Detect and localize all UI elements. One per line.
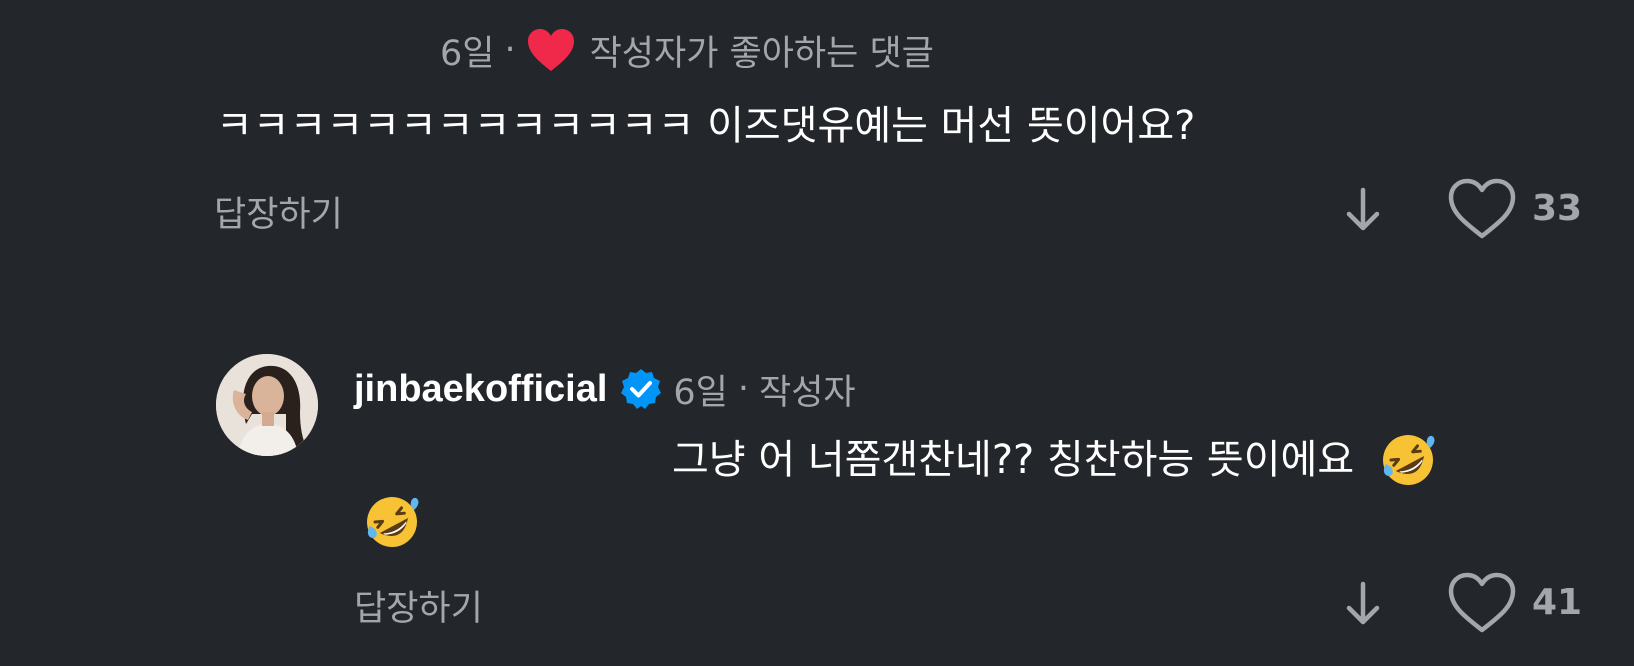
verified-badge-icon — [619, 367, 663, 411]
heart-outline-icon[interactable] — [1446, 176, 1518, 242]
comment-2-text-line: 그냥 어 너쫌갠찬네?? 칭찬하능 뜻이에요 — [672, 430, 1438, 490]
meta-separator: · — [737, 369, 750, 409]
comment-time: 6일 — [673, 372, 728, 413]
like-count: 41 — [1532, 582, 1583, 623]
comment-2-meta: jinbaekofficial 6일 · 작성자 — [354, 362, 856, 416]
meta-separator: · — [504, 30, 516, 70]
reply-button[interactable]: 답장하기 — [354, 580, 483, 631]
heart-outline-icon[interactable] — [1446, 570, 1518, 636]
comment-2-text: 그냥 어 너쫌갠찬네?? 칭찬하능 뜻이에요 — [672, 437, 1355, 483]
down-arrow-icon[interactable] — [1338, 574, 1388, 634]
username[interactable]: jinbaekofficial — [354, 368, 607, 411]
liked-by-author-label: 작성자가 좋아하는 댓글 — [589, 33, 934, 74]
rolling-on-floor-laughing-emoji — [1378, 430, 1438, 490]
comment-1-text: ㅋㅋㅋㅋㅋㅋㅋㅋㅋㅋㅋㅋㅋ 이즈댓유예는 머선 뜻이어요? — [216, 103, 1196, 149]
reply-button[interactable]: 답장하기 — [214, 186, 343, 237]
comment-1-meta: 6일 · 작성자가 좋아하는 댓글 — [440, 24, 934, 76]
avatar[interactable] — [216, 354, 318, 456]
rolling-on-floor-laughing-emoji — [362, 492, 422, 552]
comment-time: 6일 — [440, 33, 495, 74]
down-arrow-icon[interactable] — [1338, 180, 1388, 240]
author-label: 작성자 — [759, 372, 856, 413]
red-heart-icon — [526, 27, 576, 73]
like-count: 33 — [1532, 188, 1583, 229]
